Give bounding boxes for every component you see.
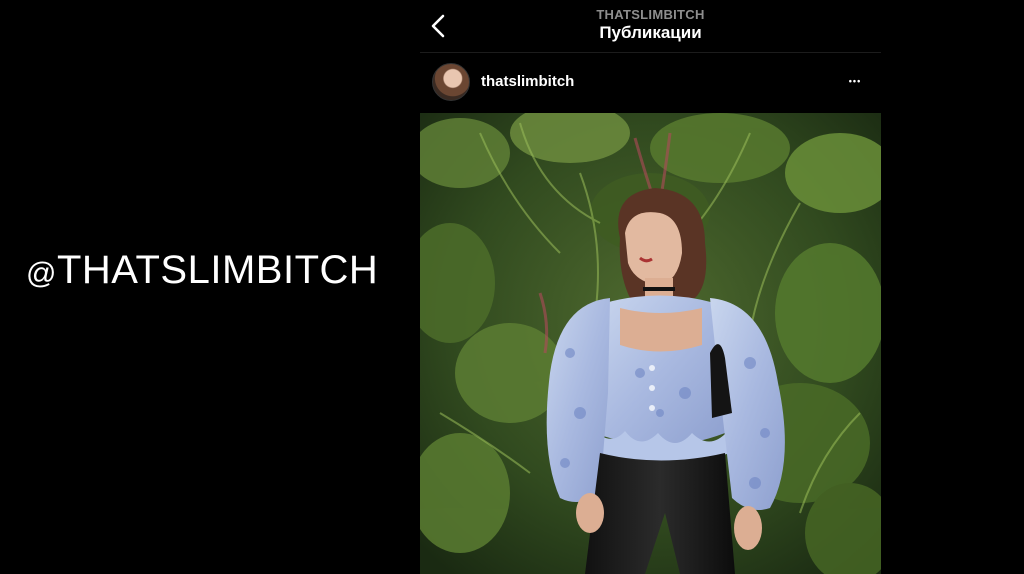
nav-title: Публикации (599, 23, 702, 42)
more-options-button[interactable]: ••• (843, 71, 867, 91)
post-photo-image (420, 113, 881, 574)
post-username[interactable]: thatslimbitch (481, 73, 574, 90)
avatar[interactable] (432, 63, 470, 101)
top-nav-bar: THATSLIMBITCH Публикации (420, 0, 881, 53)
slide: @THATSLIMBITCH THATSLIMBITCH Публикации … (0, 0, 1024, 574)
instagram-screenshot: THATSLIMBITCH Публикации thatslimbitch •… (420, 0, 881, 574)
nav-account-name: THATSLIMBITCH (596, 7, 705, 22)
post-photo[interactable] (420, 113, 881, 574)
at-symbol: @ (26, 257, 57, 290)
more-horizontal-icon: ••• (848, 76, 862, 86)
handle-text: THATSLIMBITCH (56, 248, 379, 292)
slide-handle-title: @THATSLIMBITCH (26, 248, 378, 293)
post-header: thatslimbitch ••• (420, 53, 881, 113)
